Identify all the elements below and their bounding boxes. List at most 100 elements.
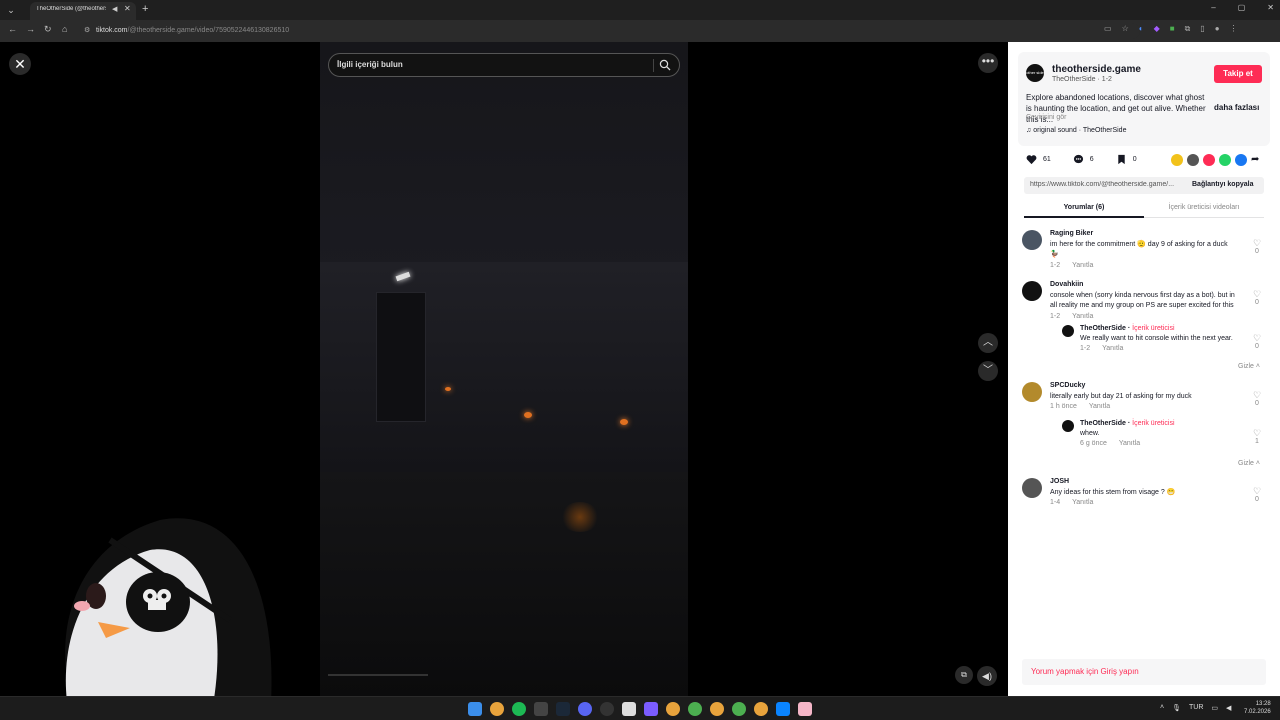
code-icon[interactable]: [1187, 154, 1199, 166]
spotify-icon[interactable]: [512, 702, 526, 716]
extension-icon[interactable]: ◆: [1154, 24, 1160, 34]
heart-outline-icon[interactable]: ♡: [1252, 289, 1262, 299]
search-icon[interactable]: [659, 59, 671, 71]
speaker-icon[interactable]: ◀: [112, 5, 117, 13]
discord-icon[interactable]: [578, 702, 592, 716]
search-bar[interactable]: İlgili içeriği bulun: [328, 53, 680, 77]
video-link[interactable]: https://www.tiktok.com/@theotherside.gam…: [1030, 181, 1184, 188]
windows-start-icon[interactable]: [468, 702, 482, 716]
comment-like[interactable]: ♡ 0: [1252, 289, 1262, 306]
more-options-button[interactable]: •••: [978, 53, 998, 73]
login-link[interactable]: Yorum yapmak için Giriş yapın: [1031, 667, 1139, 676]
volume-button[interactable]: ◀): [977, 666, 997, 686]
comment-like[interactable]: ♡ 0: [1252, 390, 1262, 407]
reply-link[interactable]: Yanıtla: [1089, 403, 1110, 410]
chrome-icon[interactable]: [490, 702, 504, 716]
reply-author[interactable]: TheOtherSide: [1080, 420, 1126, 427]
tab-search-icon[interactable]: ⌄: [4, 3, 18, 17]
speaker-icon[interactable]: ◀: [1226, 704, 1231, 712]
reply-link[interactable]: Yanıtla: [1072, 313, 1093, 320]
clock[interactable]: 13:28 7.02.2026: [1244, 700, 1271, 716]
back-icon[interactable]: ←: [8, 24, 17, 34]
file-explorer-icon[interactable]: [622, 702, 636, 716]
chrome-icon[interactable]: [754, 702, 768, 716]
bookmark-star-icon[interactable]: ☆: [1122, 24, 1129, 34]
close-tab-icon[interactable]: ✕: [124, 4, 131, 13]
menu-kebab-icon[interactable]: ⋮: [1230, 24, 1238, 34]
commenter-avatar[interactable]: [1022, 478, 1042, 498]
chevron-up-icon[interactable]: ˄: [1160, 704, 1164, 712]
previous-video-button[interactable]: ︿: [978, 333, 998, 353]
creator-avatar[interactable]: [1062, 420, 1074, 432]
follow-button[interactable]: Takip et: [1214, 65, 1262, 83]
network-icon[interactable]: ▭: [1211, 704, 1218, 712]
reply-author[interactable]: TheOtherSide: [1080, 325, 1126, 332]
extensions-puzzle-icon[interactable]: ⧉: [1185, 24, 1191, 34]
microphone-icon[interactable]: 🎙: [1172, 704, 1181, 712]
picture-in-picture-button[interactable]: ⧉: [955, 666, 973, 684]
browser-tab[interactable]: TheOtherSide (@theotherside ◀ ✕: [30, 2, 136, 20]
chrome-icon[interactable]: [666, 702, 680, 716]
commenter-avatar[interactable]: [1022, 281, 1042, 301]
reply-link[interactable]: Yanıtla: [1072, 262, 1093, 269]
hide-replies-link[interactable]: Gizle ˄: [1238, 363, 1260, 370]
commenter-name[interactable]: JOSH: [1050, 478, 1069, 485]
language-indicator[interactable]: TUR: [1189, 704, 1203, 712]
close-video-button[interactable]: ✕: [9, 53, 31, 75]
hide-replies-link[interactable]: Gizle ˄: [1238, 460, 1260, 467]
search-input[interactable]: İlgili içeriği bulun: [337, 60, 403, 69]
chrome-icon[interactable]: [732, 702, 746, 716]
reply-like[interactable]: ♡ 0: [1252, 333, 1262, 350]
chrome-icon[interactable]: [710, 702, 724, 716]
heart-outline-icon[interactable]: ♡: [1252, 238, 1262, 248]
tab-creator-videos[interactable]: İçerik üreticisi videoları: [1144, 202, 1264, 218]
next-video-button[interactable]: ﹀: [978, 361, 998, 381]
site-info-icon[interactable]: ⚙: [84, 26, 90, 34]
forward-icon[interactable]: →: [26, 24, 35, 34]
app-icon[interactable]: [534, 702, 548, 716]
creator-avatar[interactable]: [1062, 325, 1074, 337]
sidebar-icon[interactable]: ▯: [1200, 24, 1204, 34]
extension-icon[interactable]: ◐: [1139, 24, 1144, 34]
copy-link-button[interactable]: Bağlantıyı kopyala: [1192, 181, 1253, 188]
steam-icon[interactable]: [556, 702, 570, 716]
embed-icon[interactable]: [1171, 154, 1183, 166]
close-window-icon[interactable]: ✕: [1267, 3, 1274, 12]
heart-outline-icon[interactable]: ♡: [1252, 390, 1262, 400]
commenter-name[interactable]: Raging Biker: [1050, 230, 1093, 237]
heart-icon[interactable]: [1026, 154, 1037, 165]
new-tab-button[interactable]: +: [142, 3, 148, 15]
url-field[interactable]: ⚙ tiktok.com/@theotherside.game/video/75…: [80, 23, 1140, 39]
login-prompt[interactable]: Yorum yapmak için Giriş yapın: [1022, 659, 1266, 685]
more-link[interactable]: daha fazlası: [1214, 103, 1259, 112]
app-icon[interactable]: [776, 702, 790, 716]
reply-like[interactable]: ♡ 1: [1252, 428, 1262, 445]
app-icon[interactable]: [644, 702, 658, 716]
reload-icon[interactable]: ↻: [44, 24, 52, 35]
heart-outline-icon[interactable]: ♡: [1252, 428, 1262, 438]
heart-outline-icon[interactable]: ♡: [1252, 486, 1262, 496]
tab-comments[interactable]: Yorumlar (6): [1024, 202, 1144, 218]
reply-link[interactable]: Yanıtla: [1102, 345, 1123, 352]
whatsapp-icon[interactable]: [1219, 154, 1231, 166]
commenter-name[interactable]: SPCDucky: [1050, 382, 1085, 389]
author-avatar[interactable]: other side: [1026, 64, 1044, 82]
minimize-icon[interactable]: –: [1211, 3, 1215, 12]
profile-avatar-icon[interactable]: ●: [1215, 24, 1220, 34]
heart-outline-icon[interactable]: ♡: [1252, 333, 1262, 343]
translate-link[interactable]: Çevirisini gör: [1026, 114, 1066, 121]
commenter-avatar[interactable]: [1022, 230, 1042, 250]
commenter-avatar[interactable]: [1022, 382, 1042, 402]
comment-like[interactable]: ♡ 0: [1252, 238, 1262, 255]
sound-link[interactable]: ♫ original sound · TheOtherSide: [1026, 127, 1126, 134]
commenter-name[interactable]: Dovahkiin: [1050, 281, 1083, 288]
app-icon[interactable]: [798, 702, 812, 716]
video-progress-bar[interactable]: [328, 674, 428, 676]
maximize-icon[interactable]: ▢: [1238, 3, 1246, 12]
reply-link[interactable]: Yanıtla: [1072, 499, 1093, 506]
share-arrow-icon[interactable]: ➦: [1251, 154, 1259, 166]
install-icon[interactable]: ▭: [1104, 24, 1112, 34]
comment-icon[interactable]: [1073, 154, 1084, 165]
bookmark-icon[interactable]: [1116, 154, 1127, 165]
reply-link[interactable]: Yanıtla: [1119, 440, 1140, 447]
